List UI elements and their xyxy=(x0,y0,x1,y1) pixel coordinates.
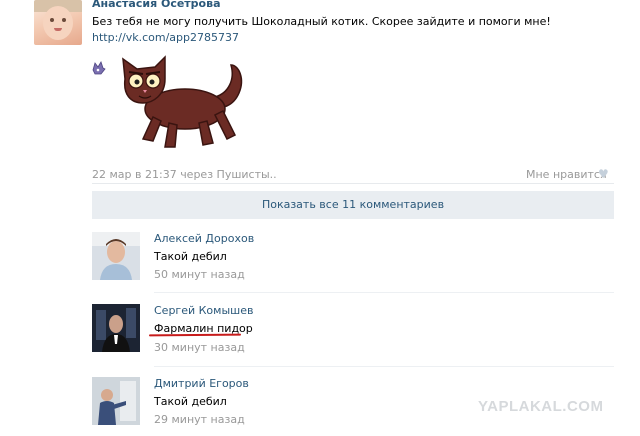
comment-text: Такой дебил xyxy=(154,250,227,263)
post-text: Без тебя не могу получить Шоколадный кот… xyxy=(92,15,551,28)
red-underline-highlight xyxy=(148,333,242,337)
comment-author-name[interactable]: Алексей Дорохов xyxy=(154,232,254,245)
watermark-logo: YAPLAKAL.COM xyxy=(478,398,604,415)
comment-timestamp[interactable]: 50 минут назад xyxy=(154,268,245,281)
post-app-link[interactable]: http://vk.com/app2785737 xyxy=(92,31,239,44)
comment-avatar[interactable] xyxy=(92,304,140,352)
post-date-meta[interactable]: 22 мар в 21:37 через Пушисты.. xyxy=(92,168,277,181)
comment-divider xyxy=(154,366,614,367)
comment-avatar[interactable] xyxy=(92,232,140,280)
comment-author-name[interactable]: Дмитрий Егоров xyxy=(154,377,249,390)
divider xyxy=(92,183,614,184)
post-author-avatar[interactable] xyxy=(34,0,82,45)
comment-text: Такой дебил xyxy=(154,395,227,408)
chocolate-cat-image[interactable] xyxy=(103,53,255,153)
comment-author-name[interactable]: Сергей Комышев xyxy=(154,304,253,317)
comment-timestamp[interactable]: 29 минут назад xyxy=(154,413,245,426)
comment-avatar[interactable] xyxy=(92,377,140,425)
comment-divider xyxy=(154,292,614,293)
comment-timestamp[interactable]: 30 минут назад xyxy=(154,341,245,354)
show-all-comments-button[interactable]: Показать все 11 комментариев xyxy=(92,191,614,219)
like-button[interactable]: Мне нравится xyxy=(526,168,607,181)
post-author-name[interactable]: Анастасия Осетрова xyxy=(92,0,221,10)
heart-icon[interactable]: ♥ xyxy=(598,167,609,181)
